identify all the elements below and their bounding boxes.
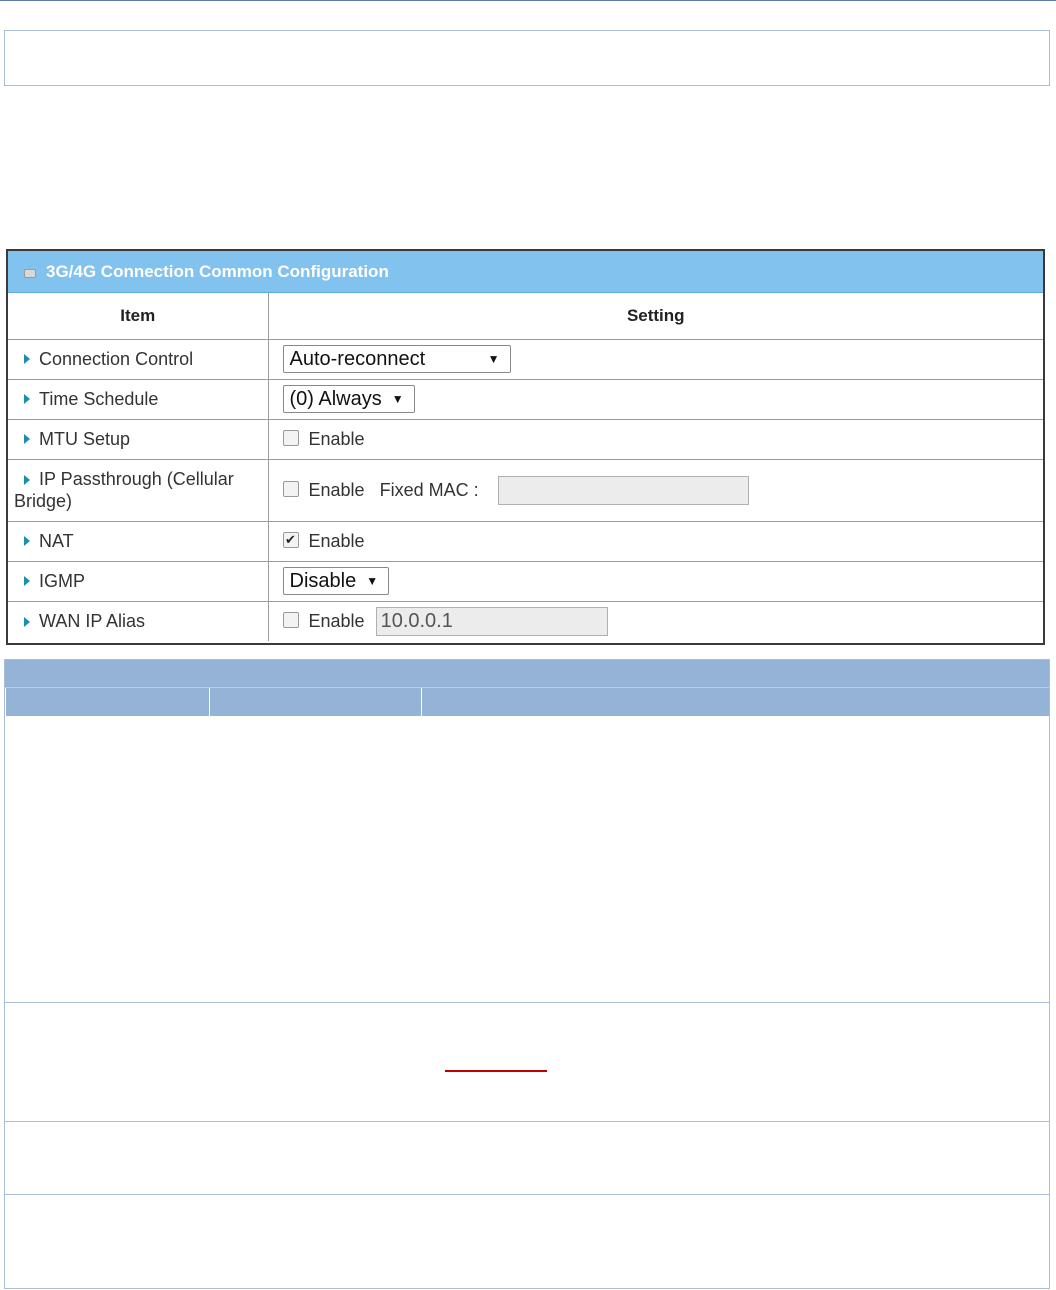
row-mtu-setup: MTU Setup Enable: [8, 418, 1043, 460]
window-icon: [24, 268, 36, 278]
description-header: [5, 660, 1049, 716]
wan-ip-alias-enable-checkbox[interactable]: [282, 612, 299, 629]
time-schedule-select[interactable]: (0) Always ▼: [282, 385, 415, 413]
ip-passthrough-enable-checkbox[interactable]: [282, 481, 299, 497]
row-nat: NAT ✔ Enable: [8, 520, 1043, 562]
nat-enable-checkbox[interactable]: ✔: [282, 532, 299, 549]
panel-header: 3G/4G Connection Common Configuration: [8, 251, 1043, 293]
column-divider: [5, 688, 6, 716]
row-igmp: IGMP Disable ▼: [8, 560, 1043, 602]
row-label: IGMP: [39, 570, 86, 591]
note-box: [4, 30, 1050, 86]
row-label: MTU Setup: [39, 428, 131, 449]
caret-down-icon: ▼: [391, 392, 404, 406]
header-divider: [5, 687, 1049, 688]
row-divider: [5, 1121, 1049, 1122]
fixed-mac-input[interactable]: [497, 475, 749, 505]
column-header-item: Item: [8, 293, 269, 340]
panel-title: 3G/4G Connection Common Configuration: [46, 261, 389, 281]
checkmark-icon: ✔: [285, 532, 296, 548]
config-table: Item Setting Connection Control Auto-rec…: [8, 293, 1043, 641]
mtu-enable-checkbox[interactable]: [282, 430, 299, 447]
top-rule: [0, 0, 1056, 1]
triangle-right-icon: [24, 434, 30, 445]
caret-down-icon: ▼: [487, 352, 500, 366]
row-label: IP Passthrough (Cellular Bridge): [14, 469, 234, 511]
row-divider: [5, 1002, 1049, 1003]
triangle-right-icon: [24, 354, 30, 365]
caret-down-icon: ▼: [366, 574, 379, 588]
wan-ip-alias-input[interactable]: 10.0.0.1: [375, 606, 608, 636]
triangle-right-icon: [24, 536, 30, 547]
nat-enable-label: Enable: [308, 530, 365, 551]
fixed-mac-label: Fixed MAC :: [379, 479, 479, 500]
wan-ip-alias-enable-label: Enable: [308, 610, 365, 631]
igmp-select[interactable]: Disable ▼: [282, 567, 390, 595]
row-connection-control: Connection Control Auto-reconnect ▼: [8, 338, 1043, 380]
triangle-right-icon: [24, 616, 30, 627]
column-divider: [209, 688, 210, 716]
row-wan-ip-alias: WAN IP Alias Enable 10.0.0.1: [8, 600, 1043, 641]
column-divider: [421, 688, 422, 716]
ip-passthrough-enable-label: Enable: [308, 479, 365, 500]
connection-control-select[interactable]: Auto-reconnect ▼: [282, 345, 511, 373]
row-label: NAT: [39, 530, 74, 551]
column-header-setting: Setting: [267, 293, 1043, 340]
mtu-enable-label: Enable: [308, 428, 365, 449]
row-label: Time Schedule: [39, 388, 159, 409]
row-label: Connection Control: [39, 348, 194, 369]
triangle-right-icon: [24, 394, 30, 405]
row-time-schedule: Time Schedule (0) Always ▼: [8, 378, 1043, 420]
triangle-right-icon: [24, 474, 30, 485]
triangle-right-icon: [24, 576, 30, 587]
row-ip-passthrough: IP Passthrough (Cellular Bridge) Enable …: [8, 458, 1043, 522]
description-table: [4, 659, 1050, 1289]
config-panel: 3G/4G Connection Common Configuration It…: [6, 249, 1045, 645]
table-header-row: Item Setting: [8, 293, 1043, 340]
link-underline[interactable]: [445, 1070, 547, 1072]
row-label: WAN IP Alias: [39, 610, 146, 631]
row-divider: [5, 1194, 1049, 1195]
